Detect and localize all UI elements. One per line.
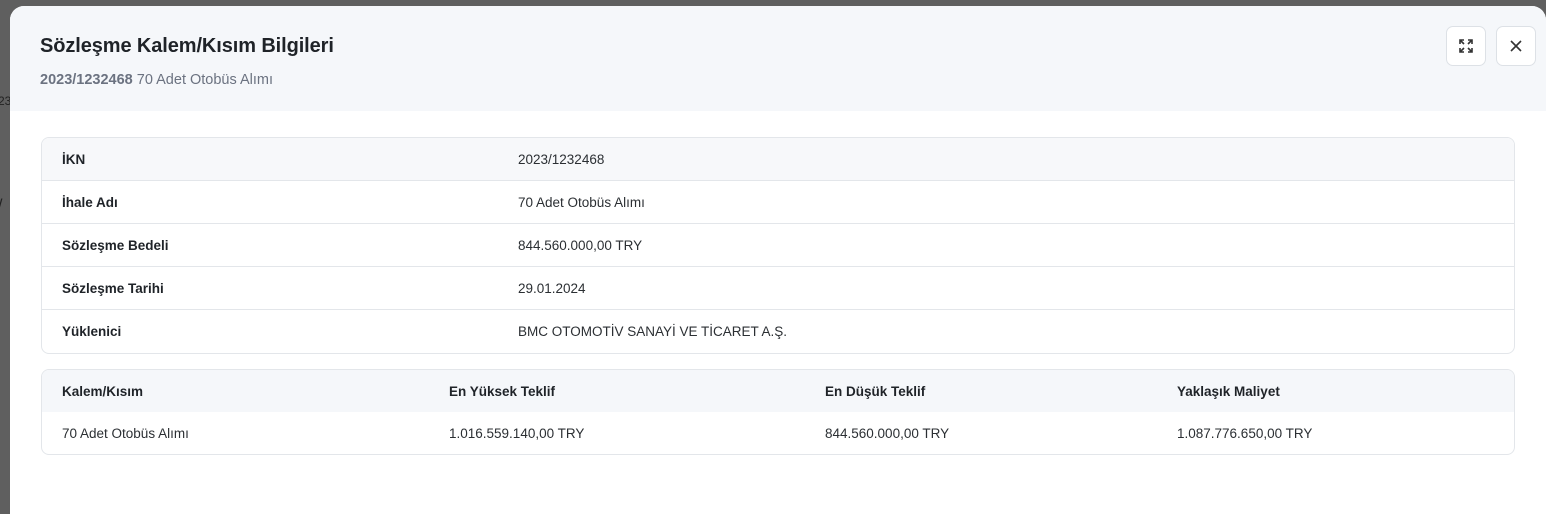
fullscreen-button[interactable] bbox=[1446, 26, 1486, 66]
items-table: Kalem/Kısım En Yüksek Teklif En Düşük Te… bbox=[41, 369, 1515, 455]
info-row-tender-name: İhale Adı 70 Adet Otobüs Alımı bbox=[42, 181, 1514, 224]
subtitle-ikn: 2023/1232468 bbox=[40, 72, 133, 88]
info-value: 844.560.000,00 TRY bbox=[518, 237, 643, 253]
expand-icon bbox=[1459, 39, 1473, 53]
backdrop-text-fragment: / bbox=[0, 197, 2, 215]
info-value: BMC OTOMOTİV SANAYİ VE TİCARET A.Ş. bbox=[518, 324, 788, 339]
info-row-ikn: İKN 2023/1232468 bbox=[42, 138, 1514, 181]
info-row-contract-amount: Sözleşme Bedeli 844.560.000,00 TRY bbox=[42, 224, 1514, 267]
info-label: İKN bbox=[62, 151, 86, 167]
close-icon bbox=[1510, 40, 1522, 52]
contract-info-table: İKN 2023/1232468 İhale Adı 70 Adet Otobü… bbox=[41, 137, 1515, 354]
info-label: Yüklenici bbox=[62, 324, 122, 339]
info-label: Sözleşme Tarihi bbox=[62, 280, 164, 296]
column-header-lowest-bid: En Düşük Teklif bbox=[825, 383, 926, 399]
info-value: 2023/1232468 bbox=[518, 151, 605, 167]
column-header-highest-bid: En Yüksek Teklif bbox=[449, 383, 556, 399]
cell-estimated-cost: 1.087.776.650,00 TRY bbox=[1177, 425, 1313, 441]
info-label: İhale Adı bbox=[62, 194, 118, 210]
column-header-estimated-cost: Yaklaşık Maliyet bbox=[1177, 383, 1280, 399]
header-actions bbox=[1446, 26, 1536, 66]
column-header-item: Kalem/Kısım bbox=[62, 383, 144, 399]
modal-header: Sözleşme Kalem/Kısım Bilgileri 2023/1232… bbox=[10, 6, 1546, 111]
table-header-row: Kalem/Kısım En Yüksek Teklif En Düşük Te… bbox=[42, 370, 1514, 412]
modal-title: Sözleşme Kalem/Kısım Bilgileri bbox=[40, 35, 334, 57]
modal-body: İKN 2023/1232468 İhale Adı 70 Adet Otobü… bbox=[10, 111, 1546, 455]
table-row: 70 Adet Otobüs Alımı 1.016.559.140,00 TR… bbox=[42, 412, 1514, 454]
cell-item: 70 Adet Otobüs Alımı bbox=[62, 425, 189, 441]
cell-highest-bid: 1.016.559.140,00 TRY bbox=[449, 425, 585, 441]
modal-subtitle: 2023/1232468 70 Adet Otobüs Alımı bbox=[40, 72, 1516, 88]
info-label: Sözleşme Bedeli bbox=[62, 237, 169, 253]
subtitle-tender-name: 70 Adet Otobüs Alımı bbox=[136, 72, 274, 88]
cell-lowest-bid: 844.560.000,00 TRY bbox=[825, 425, 950, 441]
info-row-contractor: Yüklenici BMC OTOMOTİV SANAYİ VE TİCARET… bbox=[42, 310, 1514, 353]
info-row-contract-date: Sözleşme Tarihi 29.01.2024 bbox=[42, 267, 1514, 310]
close-button[interactable] bbox=[1496, 26, 1536, 66]
info-value: 70 Adet Otobüs Alımı bbox=[518, 194, 645, 210]
contract-items-modal: Sözleşme Kalem/Kısım Bilgileri 2023/1232… bbox=[10, 6, 1546, 514]
info-value: 29.01.2024 bbox=[518, 280, 586, 296]
